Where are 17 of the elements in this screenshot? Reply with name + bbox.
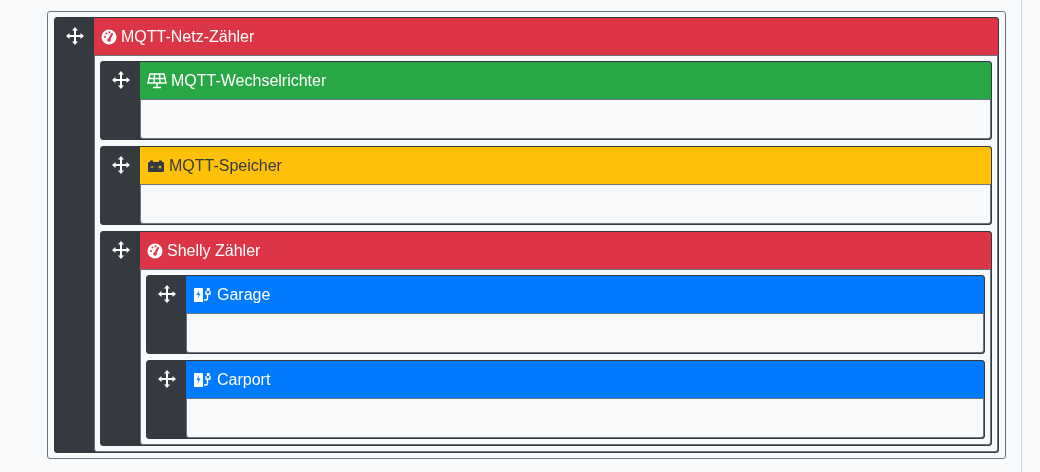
node-title: MQTT-Wechselrichter xyxy=(171,71,327,90)
node-title: MQTT-Netz-Zähler xyxy=(121,27,255,46)
node-title: Garage xyxy=(217,285,271,304)
node-title: Carport xyxy=(217,370,271,389)
move-handle-icon[interactable] xyxy=(111,156,130,174)
charging-station-icon xyxy=(193,286,213,303)
move-handle-icon[interactable] xyxy=(111,241,130,259)
solar-panel-icon xyxy=(147,72,167,89)
move-handle-icon[interactable] xyxy=(65,27,84,45)
gauge-icon xyxy=(101,28,117,45)
move-handle-icon[interactable] xyxy=(111,71,130,89)
node-title: Shelly Zähler xyxy=(167,241,261,260)
charging-station-icon xyxy=(193,371,213,388)
gauge-icon xyxy=(147,242,163,259)
move-handle-icon[interactable] xyxy=(157,370,176,388)
node-title: MQTT-Speicher xyxy=(169,156,282,175)
move-handle-icon[interactable] xyxy=(157,285,176,303)
